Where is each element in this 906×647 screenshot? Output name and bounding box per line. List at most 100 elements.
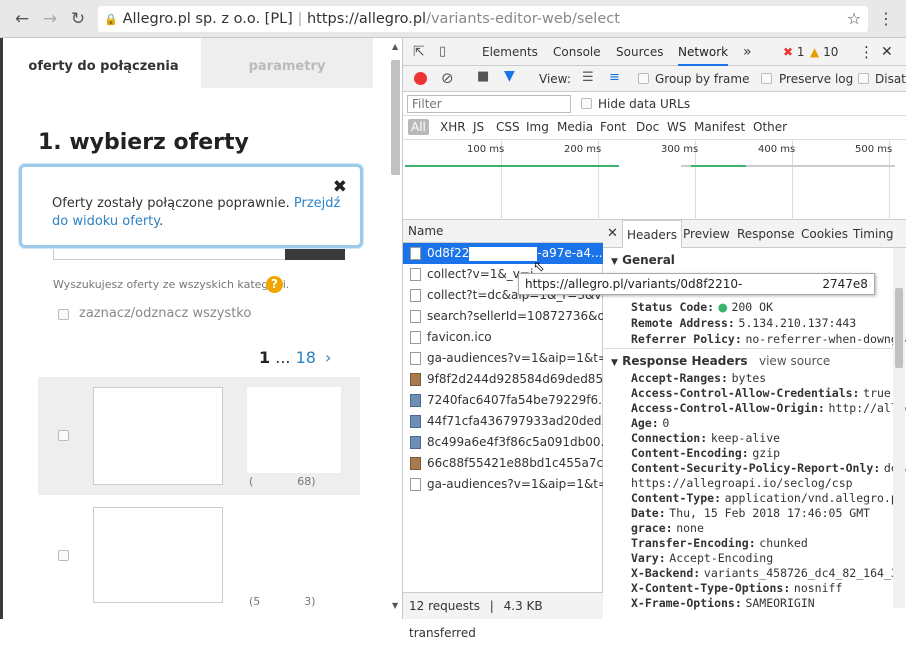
forward-icon[interactable]: → xyxy=(40,9,60,29)
name-column-header[interactable]: Name xyxy=(403,220,603,243)
page-current: 1 xyxy=(259,348,271,367)
close-icon[interactable]: ✕ xyxy=(881,38,893,66)
network-overview[interactable]: 100 ms 200 ms 300 ms 400 ms 500 ms xyxy=(403,140,906,220)
request-row[interactable]: 9f8f2d244d928584d69ded85... xyxy=(403,369,603,390)
group-by-frame-checkbox[interactable] xyxy=(638,73,649,84)
clear-icon[interactable]: ⊘ xyxy=(441,69,454,87)
search-button[interactable] xyxy=(285,248,345,260)
request-name: search?sellerId=10872736&o... xyxy=(427,309,603,323)
type-manifest[interactable]: Manifest xyxy=(694,120,745,134)
type-font[interactable]: Font xyxy=(600,120,626,134)
record-icon[interactable] xyxy=(414,72,427,85)
double-chevron-right-icon[interactable]: » xyxy=(743,38,752,66)
page-scrollbar[interactable]: ▲ ▼ xyxy=(373,38,400,619)
inspect-icon[interactable]: ⇱ xyxy=(413,38,425,66)
filter-icon[interactable]: ▼ xyxy=(504,68,515,84)
request-row[interactable]: ga-audiences?v=1&aip=1&t=s... xyxy=(403,348,603,369)
settings-kebab-icon[interactable]: ⋮ xyxy=(859,38,874,66)
timeline-label: 300 ms xyxy=(661,144,699,155)
page-ellipsis: ... xyxy=(275,348,291,367)
request-row[interactable]: search?sellerId=10872736&o... xyxy=(403,306,603,327)
tab-elements[interactable]: Elements xyxy=(482,38,538,66)
tab-cookies[interactable]: Cookies xyxy=(801,220,848,248)
large-rows-icon[interactable]: ☰ xyxy=(582,70,594,85)
response-header-row: Content-Security-Policy-Report-Only: def… xyxy=(631,461,906,475)
type-other[interactable]: Other xyxy=(753,120,787,134)
request-row[interactable]: 8c499a6e4f3f86c5a091db00... xyxy=(403,432,603,453)
item-checkbox[interactable] xyxy=(58,550,69,561)
tab-sources[interactable]: Sources xyxy=(616,38,663,66)
view-source-link[interactable]: view source xyxy=(759,354,830,368)
help-icon[interactable]: ? xyxy=(266,276,283,293)
page-last-link[interactable]: 18 xyxy=(296,348,316,367)
select-all-checkbox[interactable] xyxy=(58,309,69,320)
item-thumbnail[interactable] xyxy=(93,507,223,603)
document-icon xyxy=(410,247,421,260)
response-header-row: Transfer-Encoding: chunked xyxy=(631,536,808,550)
type-xhr[interactable]: XHR xyxy=(440,120,466,134)
mouse-cursor-icon: ⬁ xyxy=(533,259,545,275)
type-ws[interactable]: WS xyxy=(667,120,686,134)
type-css[interactable]: CSS xyxy=(496,120,520,134)
back-icon[interactable]: ← xyxy=(12,9,32,29)
warning-count[interactable]: ▲ 10 xyxy=(810,38,838,66)
item-thumbnail[interactable] xyxy=(93,387,223,485)
browser-toolbar: ← → ↻ 🔒 Allegro.pl sp. z o.o. [PL] | htt… xyxy=(0,0,906,38)
type-all[interactable]: All xyxy=(408,119,429,135)
filter-input[interactable] xyxy=(407,95,571,113)
close-icon[interactable]: ✖ xyxy=(333,177,347,197)
kebab-menu-icon[interactable]: ⋮ xyxy=(876,9,896,29)
tab-network[interactable]: Network xyxy=(678,38,729,66)
type-media[interactable]: Media xyxy=(557,120,593,134)
item-checkbox[interactable] xyxy=(58,430,69,441)
error-count[interactable]: ✖ 1 xyxy=(783,38,805,66)
hide-data-urls-checkbox[interactable] xyxy=(581,98,592,109)
search-bar[interactable] xyxy=(53,248,345,260)
tab-offers-to-connect[interactable]: oferty do połączenia xyxy=(6,38,201,88)
type-img[interactable]: Img xyxy=(526,120,549,134)
close-icon[interactable]: ✕ xyxy=(607,220,618,248)
response-header-row: Age: 0 xyxy=(631,416,670,430)
request-row[interactable]: 7240fac6407fa54be79229f6... xyxy=(403,390,603,411)
request-row[interactable]: favicon.ico xyxy=(403,327,603,348)
tab-console[interactable]: Console xyxy=(553,38,601,66)
tab-headers[interactable]: Headers xyxy=(622,220,682,248)
type-js[interactable]: JS xyxy=(473,120,484,134)
star-icon[interactable]: ☆ xyxy=(844,9,864,29)
general-section-header[interactable]: ▼ General xyxy=(611,253,675,267)
item-image[interactable] xyxy=(247,387,341,473)
request-row[interactable]: ga-audiences?v=1&aip=1&t=s... xyxy=(403,474,603,495)
disable-cache-checkbox[interactable] xyxy=(858,73,869,84)
preserve-log-checkbox[interactable] xyxy=(761,73,772,84)
status-dot-icon: ● xyxy=(717,300,728,314)
capture-screenshots-icon[interactable]: ■ xyxy=(477,69,489,84)
document-icon xyxy=(410,268,421,281)
request-row[interactable]: 66c88f55421e88bd1c455a7c... xyxy=(403,453,603,474)
tab-response[interactable]: Response xyxy=(737,220,795,248)
tab-preview[interactable]: Preview xyxy=(683,220,730,248)
resource-type-filter: All XHR JS CSS Img Media Font Doc WS Man… xyxy=(403,116,906,140)
tab-parameters[interactable]: parametry xyxy=(201,38,373,88)
timeline-bar xyxy=(691,165,746,167)
device-toolbar-icon[interactable]: ▯ xyxy=(439,38,446,66)
timeline-label: 400 ms xyxy=(758,144,796,155)
chevron-right-icon[interactable]: › xyxy=(325,348,331,367)
document-icon xyxy=(410,478,421,491)
success-toast: Oferty zostały połączone poprawnie. Prze… xyxy=(19,164,363,248)
type-doc[interactable]: Doc xyxy=(636,120,659,134)
document-icon xyxy=(410,289,421,302)
item-price: (68) xyxy=(249,475,316,488)
item-price: (5 3) xyxy=(249,595,316,608)
waterfall-icon[interactable]: ≡ xyxy=(609,70,620,85)
timeline-label: 500 ms xyxy=(855,144,893,155)
request-row[interactable]: 44f71cfa436797933ad20ded... xyxy=(403,411,603,432)
list-item: (68) xyxy=(38,377,360,495)
request-row[interactable]: 0d8f22 -a97e-a4... xyxy=(403,243,603,264)
details-scrollbar[interactable] xyxy=(893,248,905,608)
request-name: ga-audiences?v=1&aip=1&t=s... xyxy=(427,477,603,491)
omnibox-separator: | xyxy=(297,11,307,27)
address-bar[interactable]: 🔒 Allegro.pl sp. z o.o. [PL] | https://a… xyxy=(98,6,868,32)
reload-icon[interactable]: ↻ xyxy=(68,9,88,29)
tab-timing[interactable]: Timing xyxy=(853,220,894,248)
response-headers-section-header[interactable]: ▼ Response Headers xyxy=(611,354,748,368)
